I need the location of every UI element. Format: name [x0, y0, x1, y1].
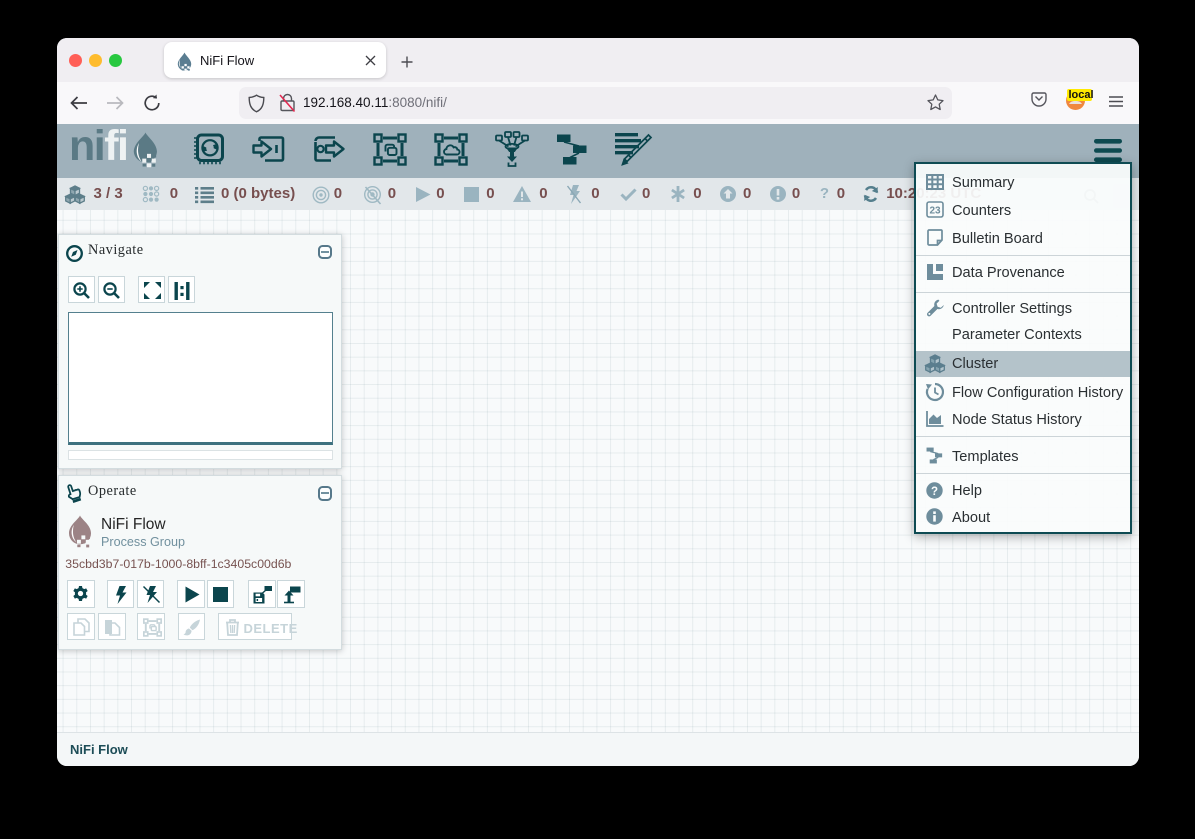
- svg-text:23: 23: [929, 206, 941, 217]
- svg-text:?: ?: [931, 486, 938, 498]
